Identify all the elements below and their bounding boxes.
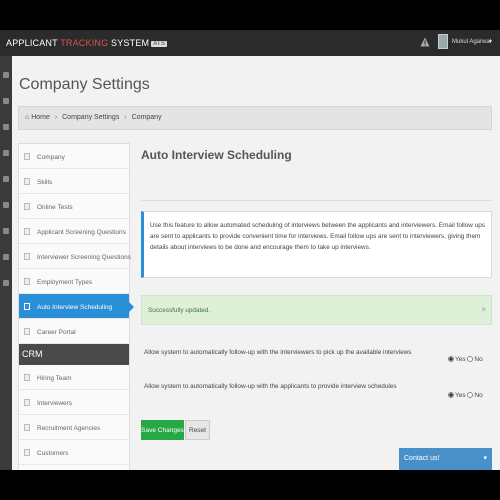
sidebar-item-label: Hiring Team (37, 375, 72, 382)
list-icon[interactable] (3, 124, 9, 130)
home-icon[interactable] (3, 98, 9, 104)
sidebar-item-applicant-screening[interactable]: Applicant Screening Questions (19, 219, 129, 244)
radio-yes-label: Yes (455, 356, 466, 363)
sidebar-item-career-portal[interactable]: Career Portal (19, 319, 129, 344)
brand-text-1: APPLICANT (6, 38, 61, 48)
sidebar-section-crm: CRM (19, 344, 129, 365)
breadcrumb-company-settings[interactable]: Company Settings (62, 114, 119, 121)
user-name[interactable]: Mukul Agarwal (452, 39, 491, 45)
calendar-icon[interactable] (3, 150, 9, 156)
sidebar-item-online-tests[interactable]: Online Tests (19, 194, 129, 219)
sidebar-item-label: Customers (37, 450, 69, 457)
team-icon (24, 374, 30, 381)
chevron-down-icon: ▾ (483, 455, 487, 462)
breadcrumb-home[interactable]: Home (31, 114, 50, 121)
breadcrumb: ⌂ Home › Company Settings › Company (18, 106, 492, 130)
document-icon[interactable] (3, 228, 9, 234)
success-message: Successfully updated. (148, 307, 211, 314)
sidebar-item-label: Interviewers (37, 400, 73, 407)
top-navbar: APPLICANT TRACKING SYSTEM ATS Mukul Agarw… (0, 30, 500, 56)
sidebar-item-customers[interactable]: Customers (19, 440, 129, 465)
chevron-down-icon[interactable]: ▾ (489, 38, 492, 45)
avatar[interactable] (438, 34, 448, 49)
contact-us-label: Contact us! (404, 455, 440, 462)
option-label-interviewer-followup: Allow system to automatically follow-up … (144, 349, 412, 356)
section-title: Auto Interview Scheduling (141, 148, 292, 162)
sidebar-item-label: Applicant Screening Questions (37, 229, 126, 236)
sidebar-item-skills[interactable]: Skills (19, 169, 129, 194)
sidebar-item-recruitment-agencies[interactable]: Recruitment Agencies (19, 415, 129, 440)
question-icon (24, 253, 30, 260)
breadcrumb-separator: › (54, 114, 58, 121)
brand-logo[interactable]: APPLICANT TRACKING SYSTEM ATS (6, 38, 168, 48)
warning-icon[interactable] (420, 37, 430, 47)
customer-icon (24, 449, 30, 456)
menu-icon[interactable] (3, 72, 9, 78)
radio-yes[interactable] (448, 356, 454, 362)
save-changes-button[interactable]: Save Changes (141, 420, 184, 440)
radio-no-label: No (474, 392, 483, 399)
portal-icon (24, 328, 30, 335)
sidebar-item-label: Employment Types (37, 279, 93, 286)
chart-icon[interactable] (3, 202, 9, 208)
sidebar-item-label: Online Tests (37, 204, 73, 211)
brand-text-accent: TRACKING (60, 38, 109, 48)
question-icon (24, 228, 30, 235)
sidebar-item-label: Career Portal (37, 329, 76, 336)
user-icon (24, 399, 30, 406)
sidebar-item-hiring-team[interactable]: Hiring Team (19, 365, 129, 390)
breadcrumb-separator: › (124, 114, 127, 121)
page-title: Company Settings (19, 76, 150, 93)
success-alert: Successfully updated. × (141, 295, 492, 325)
tag-icon[interactable] (3, 280, 9, 286)
skills-icon (24, 178, 30, 185)
option-label-applicant-followup: Allow system to automatically follow-up … (144, 383, 397, 390)
test-icon (24, 203, 30, 210)
breadcrumb-current: Company (131, 114, 162, 121)
sidebar-item-label: Auto Interview Scheduling (37, 304, 113, 311)
radio-yes-label: Yes (455, 392, 466, 399)
agency-icon (24, 424, 30, 431)
contact-us-tab[interactable]: Contact us! ▾ (399, 448, 492, 470)
sidebar-item-company[interactable]: Company (19, 144, 129, 169)
sidebar-item-employment-types[interactable]: Employment Types (19, 269, 129, 294)
settings-icon[interactable] (3, 254, 9, 260)
mail-icon[interactable] (3, 176, 9, 182)
icon-rail (0, 56, 12, 470)
sidebar-item-label: Interviewer Screening Questions (37, 254, 131, 261)
home-icon: ⌂ (25, 114, 30, 121)
radio-no[interactable] (467, 392, 474, 398)
radio-group-applicant-followup: Yes No (448, 392, 483, 399)
divider (141, 200, 492, 201)
brand-text-2: SYSTEM (108, 38, 150, 48)
radio-no-label: No (474, 356, 483, 363)
sidebar-item-interviewers[interactable]: Interviewers (19, 390, 129, 415)
sidebar-item-label: Company (37, 154, 65, 161)
company-icon (24, 153, 30, 160)
sidebar-item-label: Recruitment Agencies (37, 425, 101, 432)
radio-no[interactable] (467, 356, 474, 362)
sidebar-item-auto-interview-scheduling[interactable]: Auto Interview Scheduling (19, 294, 134, 319)
sidebar-item-interviewer-screening[interactable]: Interviewer Screening Questions (19, 244, 131, 269)
info-callout: Use this feature to allow automated sche… (141, 211, 492, 278)
settings-sidebar: Company Skills Online Tests Applicant Sc… (18, 143, 134, 470)
radio-yes[interactable] (448, 392, 454, 398)
sidebar-item-label: Skills (37, 179, 53, 186)
app-window: APPLICANT TRACKING SYSTEM ATS Mukul Agarw… (0, 30, 500, 470)
radio-group-interviewer-followup: Yes No (448, 356, 483, 363)
brand-badge: ATS (151, 41, 168, 47)
briefcase-icon (24, 278, 30, 285)
calendar-icon (24, 303, 30, 310)
close-icon[interactable]: × (481, 305, 486, 314)
reset-button[interactable]: Reset (185, 420, 210, 440)
